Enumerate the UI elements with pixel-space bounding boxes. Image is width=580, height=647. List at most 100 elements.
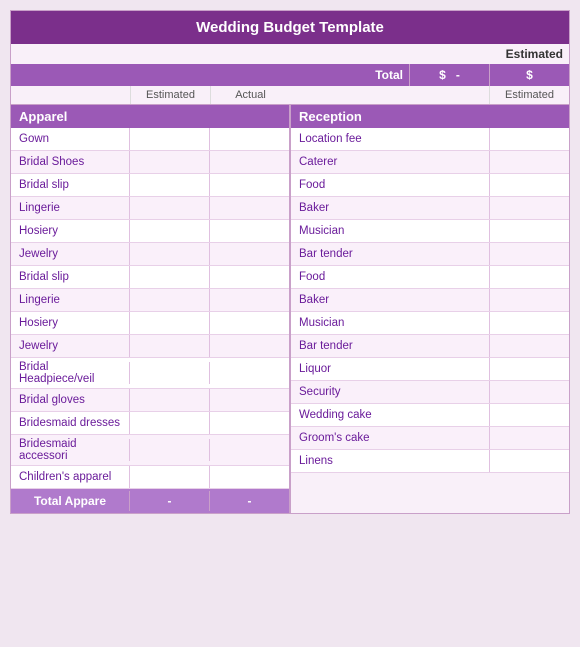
- left-data-row: Bridal gloves: [11, 389, 289, 412]
- left-row-label: Bridesmaid accessori: [11, 435, 129, 465]
- left-row-estimated[interactable]: [129, 197, 209, 219]
- right-row-estimated[interactable]: [489, 404, 569, 426]
- left-data-row: Gown: [11, 128, 289, 151]
- left-row-estimated[interactable]: [129, 439, 209, 461]
- left-row-actual[interactable]: [209, 151, 289, 173]
- right-row-estimated[interactable]: [489, 220, 569, 242]
- left-row-actual[interactable]: [209, 362, 289, 384]
- left-row-estimated[interactable]: [129, 312, 209, 334]
- right-row-estimated[interactable]: [489, 243, 569, 265]
- col-header-actual: Actual: [210, 86, 290, 104]
- col-headers: Estimated Actual Estimated: [11, 86, 569, 105]
- right-row-label: Baker: [291, 199, 489, 217]
- left-row-actual[interactable]: [209, 439, 289, 461]
- left-row-label: Bridal Headpiece/veil: [11, 358, 129, 388]
- right-row-label: Bar tender: [291, 337, 489, 355]
- right-row-estimated[interactable]: [489, 151, 569, 173]
- left-data-row: Bridal Headpiece/veil: [11, 358, 289, 389]
- right-row-estimated[interactable]: [489, 427, 569, 449]
- left-row-estimated[interactable]: [129, 389, 209, 411]
- total-row: Total $ - $: [11, 64, 569, 86]
- right-data-row: Musician: [291, 312, 569, 335]
- right-row-estimated[interactable]: [489, 381, 569, 403]
- budget-container: Wedding Budget Template Estimated Total …: [10, 10, 570, 514]
- left-row-estimated[interactable]: [129, 362, 209, 384]
- left-data-row: Bridal slip: [11, 266, 289, 289]
- left-row-label: Lingerie: [11, 291, 129, 309]
- left-row-estimated[interactable]: [129, 243, 209, 265]
- right-data-row: Wedding cake: [291, 404, 569, 427]
- apparel-footer-val1: -: [129, 491, 209, 511]
- left-row-actual[interactable]: [209, 266, 289, 288]
- right-data-row: Linens: [291, 450, 569, 473]
- right-row-estimated[interactable]: [489, 266, 569, 288]
- apparel-footer-val2: -: [209, 491, 289, 511]
- left-row-label: Jewelry: [11, 337, 129, 355]
- left-data-row: Children's apparel: [11, 466, 289, 489]
- left-row-actual[interactable]: [209, 220, 289, 242]
- left-row-estimated[interactable]: [129, 466, 209, 488]
- left-rows: Gown Bridal Shoes Bridal slip Lingerie H…: [11, 128, 289, 489]
- left-row-actual[interactable]: [209, 128, 289, 150]
- right-row-estimated[interactable]: [489, 128, 569, 150]
- right-row-label: Wedding cake: [291, 406, 489, 424]
- right-row-estimated[interactable]: [489, 289, 569, 311]
- left-row-label: Lingerie: [11, 199, 129, 217]
- right-data-row: Food: [291, 174, 569, 197]
- left-row-actual[interactable]: [209, 243, 289, 265]
- main-title: Wedding Budget Template: [11, 11, 569, 44]
- apparel-footer-label: Total Appare: [11, 494, 129, 508]
- right-data-row: Food: [291, 266, 569, 289]
- left-row-label: Hosiery: [11, 222, 129, 240]
- total-label: Total: [11, 68, 409, 82]
- right-row-estimated[interactable]: [489, 197, 569, 219]
- left-row-actual[interactable]: [209, 335, 289, 357]
- left-row-estimated[interactable]: [129, 289, 209, 311]
- right-data-row: Caterer: [291, 151, 569, 174]
- right-row-estimated[interactable]: [489, 450, 569, 472]
- left-row-label: Hosiery: [11, 314, 129, 332]
- right-row-label: Food: [291, 268, 489, 286]
- left-row-actual[interactable]: [209, 389, 289, 411]
- left-row-actual[interactable]: [209, 289, 289, 311]
- right-row-estimated[interactable]: [489, 335, 569, 357]
- right-panel: Reception Location fee Caterer Food Bake…: [291, 105, 569, 513]
- reception-header: Reception: [291, 105, 569, 128]
- right-data-row: Baker: [291, 289, 569, 312]
- left-row-estimated[interactable]: [129, 128, 209, 150]
- left-row-estimated[interactable]: [129, 174, 209, 196]
- left-data-row: Lingerie: [11, 289, 289, 312]
- right-row-label: Location fee: [291, 130, 489, 148]
- left-data-row: Lingerie: [11, 197, 289, 220]
- left-row-estimated[interactable]: [129, 412, 209, 434]
- right-row-label: Bar tender: [291, 245, 489, 263]
- left-data-row: Hosiery: [11, 220, 289, 243]
- left-row-actual[interactable]: [209, 174, 289, 196]
- left-row-actual[interactable]: [209, 312, 289, 334]
- left-data-row: Jewelry: [11, 335, 289, 358]
- left-row-actual[interactable]: [209, 466, 289, 488]
- left-row-label: Bridesmaid dresses: [11, 414, 129, 432]
- right-data-row: Location fee: [291, 128, 569, 151]
- left-row-actual[interactable]: [209, 412, 289, 434]
- right-data-row: Baker: [291, 197, 569, 220]
- right-row-label: Musician: [291, 314, 489, 332]
- data-section: Apparel Gown Bridal Shoes Bridal slip Li…: [11, 105, 569, 513]
- apparel-footer: Total Appare - -: [11, 489, 289, 513]
- left-row-actual[interactable]: [209, 197, 289, 219]
- left-row-estimated[interactable]: [129, 335, 209, 357]
- left-row-label: Jewelry: [11, 245, 129, 263]
- right-data-row: Bar tender: [291, 243, 569, 266]
- right-row-label: Linens: [291, 452, 489, 470]
- right-row-estimated[interactable]: [489, 358, 569, 380]
- right-row-label: Liquor: [291, 360, 489, 378]
- left-data-row: Bridal slip: [11, 174, 289, 197]
- left-row-estimated[interactable]: [129, 266, 209, 288]
- apparel-header: Apparel: [11, 105, 289, 128]
- left-row-estimated[interactable]: [129, 151, 209, 173]
- left-data-row: Bridesmaid dresses: [11, 412, 289, 435]
- right-row-estimated[interactable]: [489, 174, 569, 196]
- left-row-estimated[interactable]: [129, 220, 209, 242]
- right-row-label: Baker: [291, 291, 489, 309]
- right-row-estimated[interactable]: [489, 312, 569, 334]
